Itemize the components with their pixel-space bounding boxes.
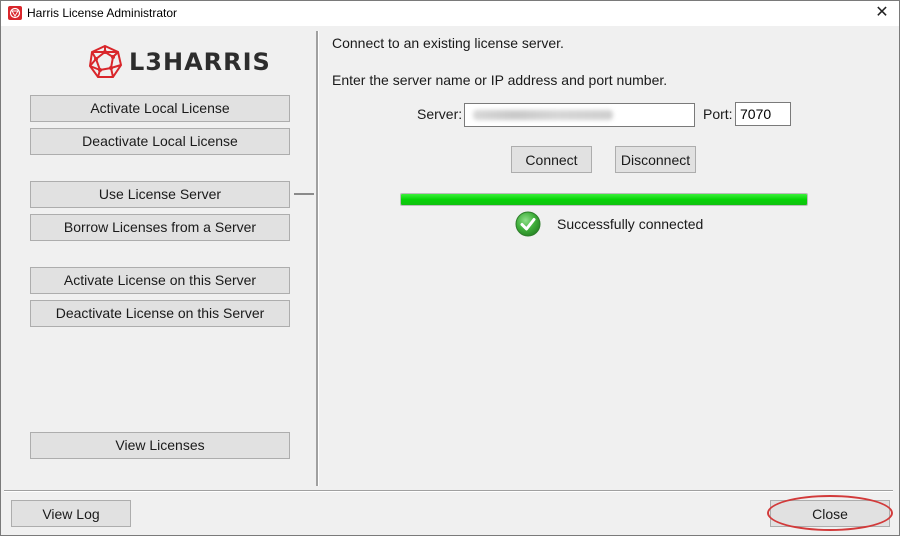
deactivate-local-license-button[interactable]: Deactivate Local License bbox=[30, 128, 290, 155]
disconnect-button[interactable]: Disconnect bbox=[615, 146, 696, 173]
footer-divider bbox=[4, 490, 893, 492]
l3harris-logo: L3HARRIS bbox=[87, 43, 271, 81]
view-licenses-button[interactable]: View Licenses bbox=[30, 432, 290, 459]
activate-local-license-button[interactable]: Activate Local License bbox=[30, 95, 290, 122]
port-label: Port: bbox=[703, 106, 733, 122]
redacted-server-value bbox=[473, 110, 613, 120]
connection-progress-bar bbox=[400, 193, 808, 206]
l3harris-globe-icon bbox=[88, 44, 123, 78]
app-icon bbox=[8, 6, 22, 20]
title-bar: Harris License Administrator ✕ bbox=[1, 1, 899, 26]
connect-button[interactable]: Connect bbox=[511, 146, 592, 173]
connection-status-text: Successfully connected bbox=[557, 216, 704, 232]
panel-instruction: Enter the server name or IP address and … bbox=[332, 72, 668, 88]
use-license-server-button[interactable]: Use License Server bbox=[30, 181, 290, 208]
license-administrator-window: Harris License Administrator ✕ L3HARRIS … bbox=[0, 0, 900, 536]
selected-item-connector bbox=[294, 193, 314, 195]
port-input[interactable] bbox=[735, 102, 791, 126]
vertical-divider bbox=[316, 31, 319, 486]
window-title: Harris License Administrator bbox=[27, 6, 178, 20]
panel-heading: Connect to an existing license server. bbox=[332, 35, 564, 51]
server-label: Server: bbox=[417, 106, 463, 122]
close-button[interactable]: Close bbox=[770, 500, 890, 527]
borrow-licenses-button[interactable]: Borrow Licenses from a Server bbox=[30, 214, 290, 241]
check-circle-icon bbox=[515, 211, 541, 237]
window-close-button[interactable]: ✕ bbox=[871, 2, 893, 24]
activate-server-license-button[interactable]: Activate License on this Server bbox=[30, 267, 290, 294]
deactivate-server-license-button[interactable]: Deactivate License on this Server bbox=[30, 300, 290, 327]
view-log-button[interactable]: View Log bbox=[11, 500, 131, 527]
logo-wordmark: L3HARRIS bbox=[129, 48, 271, 76]
progress-fill bbox=[401, 194, 807, 205]
server-input[interactable] bbox=[464, 103, 695, 127]
